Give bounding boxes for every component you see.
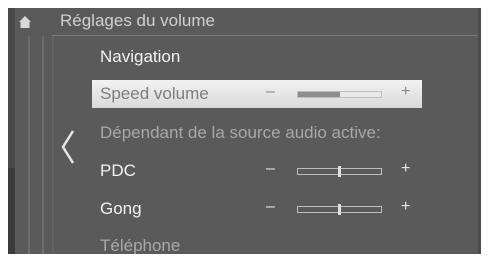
slider-thumb[interactable] xyxy=(338,204,341,215)
page-title: Réglages du volume xyxy=(60,11,215,30)
increase-button[interactable]: + xyxy=(401,198,410,216)
menu-item-speed-volume[interactable]: Speed volume – + xyxy=(92,80,422,108)
section-label: Dépendant de la source audio active: xyxy=(100,123,381,142)
rail-strip-lower xyxy=(8,168,15,254)
screen-edge xyxy=(478,8,481,254)
increase-button[interactable]: + xyxy=(401,83,410,101)
slider-thumb[interactable] xyxy=(338,166,341,177)
rail-divider xyxy=(42,36,44,254)
volume-settings-screen: Réglages du volume Navigation Speed volu… xyxy=(8,8,481,254)
section-label-audio-source: Dépendant de la source audio active: xyxy=(92,119,422,147)
increase-button[interactable]: + xyxy=(401,160,410,178)
menu-item-label: PDC xyxy=(100,161,136,180)
gong-slider[interactable] xyxy=(297,204,382,215)
left-rail xyxy=(8,8,54,254)
slider-fill xyxy=(298,92,340,97)
pdc-slider[interactable] xyxy=(297,166,382,177)
home-icon[interactable] xyxy=(18,15,32,29)
menu-item-navigation[interactable]: Navigation xyxy=(92,43,422,71)
decrease-button[interactable]: – xyxy=(266,198,275,216)
menu-item-gong[interactable]: Gong – + xyxy=(92,195,422,223)
menu-item-telephone[interactable]: Téléphone xyxy=(92,232,422,254)
menu-item-label: Téléphone xyxy=(100,236,181,254)
chevron-left-icon[interactable] xyxy=(60,129,76,165)
rail-divider xyxy=(28,36,30,254)
menu-item-label: Speed volume xyxy=(100,84,209,103)
speed-volume-slider[interactable] xyxy=(297,91,382,98)
menu-item-label: Navigation xyxy=(100,47,181,66)
rail-divider xyxy=(52,36,54,254)
header-divider xyxy=(52,35,481,36)
decrease-button[interactable]: – xyxy=(266,160,275,178)
menu-item-pdc[interactable]: PDC – + xyxy=(92,157,422,185)
decrease-button[interactable]: – xyxy=(266,83,275,101)
menu-item-label: Gong xyxy=(100,199,142,218)
